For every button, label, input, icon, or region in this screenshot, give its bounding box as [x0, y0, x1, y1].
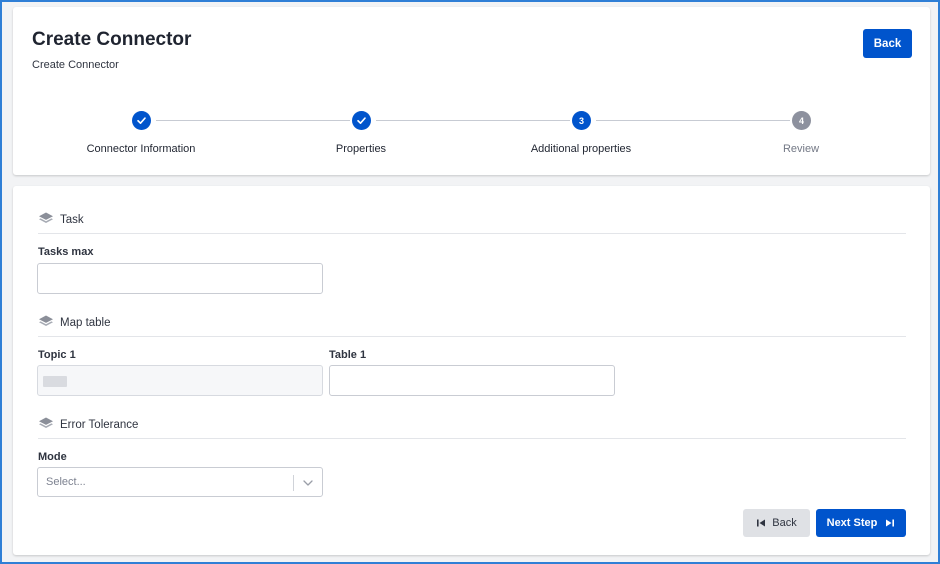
step-2-indicator[interactable] [352, 111, 371, 130]
skip-previous-icon [757, 519, 766, 527]
topic-1-input[interactable] [37, 365, 323, 396]
form-card: Task Tasks max Map table Topic 1 Table 1… [13, 186, 930, 555]
step-3-indicator[interactable]: 3 [572, 111, 591, 130]
redacted-value [43, 376, 67, 387]
section-map-table-title: Map table [60, 317, 111, 329]
stepper-connector [596, 120, 790, 121]
chevron-down-icon[interactable] [302, 477, 314, 489]
mode-label: Mode [38, 451, 67, 463]
section-map-table-header: Map table [38, 315, 906, 337]
step-4-indicator[interactable]: 4 [792, 111, 811, 130]
back-button[interactable]: Back [863, 29, 912, 58]
stepper-connector [156, 120, 350, 121]
app-frame: Create Connector Create Connector Back C… [0, 0, 940, 564]
tasks-max-input[interactable] [37, 263, 323, 294]
check-icon [357, 117, 366, 124]
next-step-button[interactable]: Next Step [816, 509, 906, 537]
step-4-label: Review [782, 143, 820, 155]
stepper-connector [376, 120, 570, 121]
section-error-tolerance-title: Error Tolerance [60, 419, 139, 431]
step-1-indicator[interactable] [132, 111, 151, 130]
page-title: Create Connector [32, 29, 192, 50]
select-separator [293, 475, 294, 491]
layers-icon [39, 417, 53, 428]
previous-step-label: Back [772, 517, 797, 529]
section-task-title: Task [60, 214, 84, 226]
next-step-label: Next Step [826, 517, 878, 529]
check-icon [137, 117, 146, 124]
step-3-label: Additional properties [530, 143, 632, 155]
step-2-label: Properties [335, 143, 387, 155]
mode-select[interactable]: Select... [37, 467, 323, 497]
tasks-max-label: Tasks max [38, 246, 94, 258]
breadcrumb[interactable]: Create Connector [32, 59, 119, 71]
section-error-tolerance-header: Error Tolerance [38, 417, 906, 439]
table-1-input[interactable] [329, 365, 615, 396]
header-card: Create Connector Create Connector Back C… [13, 7, 930, 175]
table-1-label: Table 1 [329, 349, 367, 361]
layers-icon [39, 315, 53, 326]
step-1-label: Connector Information [86, 143, 196, 155]
layers-icon [39, 212, 53, 223]
previous-step-button[interactable]: Back [743, 509, 810, 537]
section-task-header: Task [38, 212, 906, 234]
topic-1-label: Topic 1 [38, 349, 76, 361]
mode-select-placeholder: Select... [46, 476, 86, 488]
skip-next-icon [886, 519, 895, 527]
